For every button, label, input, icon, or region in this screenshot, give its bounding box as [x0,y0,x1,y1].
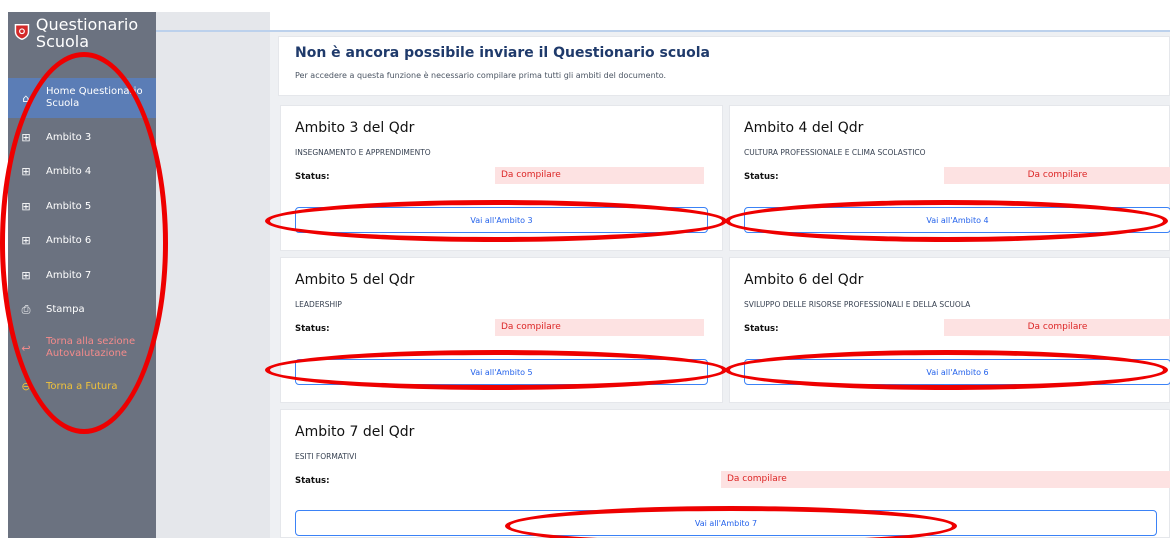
card-subtitle: INSEGNAMENTO E APPRENDIMENTO [295,148,431,157]
sidebar-gutter [156,12,270,538]
ambito-card-3: Ambito 3 del Qdr INSEGNAMENTO E APPRENDI… [280,105,723,251]
sidebar-item-futura[interactable]: ⊖ Torna a Futura [8,369,156,404]
arrow-left-circle-icon: ⊖ [21,379,31,393]
sidebar-item-label: Home Questionario Scuola [46,86,143,109]
coat-of-arms-icon [14,24,30,40]
print-icon: ⎙ [21,302,31,316]
status-label: Status: [295,172,330,182]
sidebar-item-label: Torna alla sezione Autovalutazione [46,336,136,359]
card-title: Ambito 6 del Qdr [744,272,864,288]
vai-ambito-7-button[interactable]: Vai all'Ambito 7 [295,510,1157,536]
vai-ambito-5-button[interactable]: Vai all'Ambito 5 [295,359,708,385]
card-title: Ambito 3 del Qdr [295,120,415,136]
sidebar-item-label: Ambito 5 [46,200,92,212]
grid-icon: ⊞ [21,268,31,282]
sidebar-item-home[interactable]: ⌂ Home Questionario Scuola [8,78,156,118]
ambito-card-5: Ambito 5 del Qdr LEADERSHIP Status: Da c… [280,257,723,403]
home-icon: ⌂ [22,91,30,105]
status-badge: Da compilare [944,167,1170,184]
alert-header: Non è ancora possibile inviare il Questi… [278,36,1170,96]
vai-ambito-4-button[interactable]: Vai all'Ambito 4 [744,207,1170,233]
sidebar-item-ambito-7[interactable]: ⊞ Ambito 7 [8,258,156,293]
card-title: Ambito 5 del Qdr [295,272,415,288]
card-subtitle: LEADERSHIP [295,300,342,309]
card-subtitle: ESITI FORMATIVI [295,452,357,461]
ambito-card-4: Ambito 4 del Qdr CULTURA PROFESSIONALE E… [729,105,1170,251]
sidebar-item-autovalutazione[interactable]: ↩ Torna alla sezione Autovalutazione [8,327,156,369]
page: Questionario Scuola ⌂ Home Questionario … [0,0,1170,538]
card-subtitle: SVILUPPO DELLE RISORSE PROFESSIONALI E D… [744,300,971,309]
status-label: Status: [744,172,779,182]
grid-icon: ⊞ [21,165,31,179]
sidebar-item-ambito-4[interactable]: ⊞ Ambito 4 [8,155,156,190]
grid-icon: ⊞ [21,130,31,144]
sidebar-item-stampa[interactable]: ⎙ Stampa [8,293,156,328]
main-content: Non è ancora possibile inviare il Questi… [270,32,1170,538]
sidebar-item-label: Ambito 7 [46,269,92,281]
status-badge: Da compilare [721,471,1170,488]
back-icon: ↩ [21,341,31,355]
page-subtitle: Per accedere a questa funzione è necessa… [295,71,667,80]
sidebar-item-label: Ambito 4 [46,166,92,178]
sidebar-item-ambito-5[interactable]: ⊞ Ambito 5 [8,189,156,224]
sidebar-item-label: Stampa [46,304,85,316]
status-label: Status: [744,324,779,334]
ambito-card-7: Ambito 7 del Qdr ESITI FORMATIVI Status:… [280,409,1170,538]
grid-icon: ⊞ [21,199,31,213]
sidebar-item-label: Torna a Futura [46,380,118,392]
sidebar: Questionario Scuola ⌂ Home Questionario … [8,12,156,538]
ambito-card-6: Ambito 6 del Qdr SVILUPPO DELLE RISORSE … [729,257,1170,403]
card-subtitle: CULTURA PROFESSIONALE E CLIMA SCOLASTICO [744,148,926,157]
sidebar-item-ambito-3[interactable]: ⊞ Ambito 3 [8,120,156,155]
grid-icon: ⊞ [21,234,31,248]
card-title: Ambito 7 del Qdr [295,424,415,440]
status-badge: Da compilare [495,167,704,184]
sidebar-brand: Questionario Scuola [8,12,156,78]
vai-ambito-3-button[interactable]: Vai all'Ambito 3 [295,207,708,233]
status-label: Status: [295,324,330,334]
vai-ambito-6-button[interactable]: Vai all'Ambito 6 [744,359,1170,385]
page-title: Non è ancora possibile inviare il Questi… [295,45,710,61]
status-label: Status: [295,476,330,486]
sidebar-item-label: Ambito 6 [46,235,92,247]
card-title: Ambito 4 del Qdr [744,120,864,136]
sidebar-item-label: Ambito 3 [46,131,92,143]
sidebar-item-ambito-6[interactable]: ⊞ Ambito 6 [8,224,156,259]
sidebar-title: Questionario Scuola [35,15,139,51]
status-badge: Da compilare [944,319,1170,336]
status-badge: Da compilare [495,319,704,336]
